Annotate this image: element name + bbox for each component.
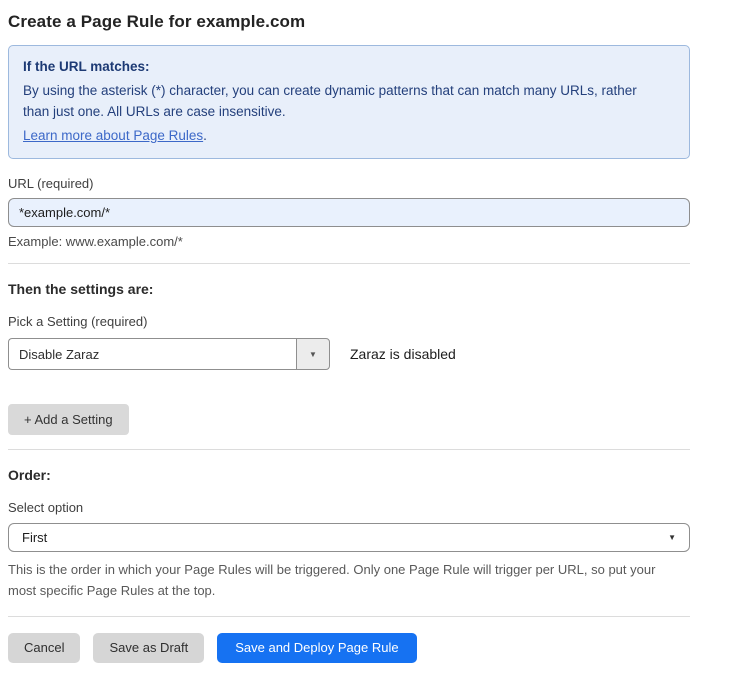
url-field-label: URL (required) xyxy=(8,176,690,191)
setting-picker-label: Pick a Setting (required) xyxy=(8,314,690,329)
setting-row: Disable Zaraz ▼ Zaraz is disabled xyxy=(8,338,690,370)
settings-section-heading: Then the settings are: xyxy=(8,281,690,297)
url-match-info-box: If the URL matches: By using the asteris… xyxy=(8,45,690,159)
divider-before-actions xyxy=(8,616,690,617)
link-period: . xyxy=(203,128,207,143)
url-example-helper: Example: www.example.com/* xyxy=(8,234,690,249)
setting-status-text: Zaraz is disabled xyxy=(350,346,456,362)
add-setting-button[interactable]: + Add a Setting xyxy=(8,404,129,435)
order-select-value: First xyxy=(22,530,47,545)
chevron-down-icon: ▼ xyxy=(309,350,317,359)
learn-more-link[interactable]: Learn more about Page Rules xyxy=(23,128,203,143)
divider-after-settings xyxy=(8,449,690,450)
page-rule-form: Create a Page Rule for example.com If th… xyxy=(0,0,694,689)
url-input[interactable] xyxy=(8,198,690,227)
page-title: Create a Page Rule for example.com xyxy=(8,12,690,32)
setting-dropdown[interactable]: Disable Zaraz ▼ xyxy=(8,338,330,370)
order-helper-text: This is the order in which your Page Rul… xyxy=(8,560,684,602)
info-box-heading: If the URL matches: xyxy=(23,56,675,78)
chevron-down-icon: ▼ xyxy=(668,533,676,542)
form-actions: Cancel Save as Draft Save and Deploy Pag… xyxy=(8,633,690,689)
divider-after-url xyxy=(8,263,690,264)
save-deploy-button[interactable]: Save and Deploy Page Rule xyxy=(217,633,416,663)
cancel-button[interactable]: Cancel xyxy=(8,633,80,663)
info-box-body: By using the asterisk (*) character, you… xyxy=(23,80,663,123)
info-link-line: Learn more about Page Rules. xyxy=(23,125,675,147)
setting-dropdown-button[interactable]: ▼ xyxy=(296,338,330,370)
setting-dropdown-value[interactable]: Disable Zaraz xyxy=(8,338,296,370)
save-draft-button[interactable]: Save as Draft xyxy=(93,633,204,663)
order-select[interactable]: First ▼ xyxy=(8,523,690,552)
order-select-label: Select option xyxy=(8,500,690,515)
order-section-heading: Order: xyxy=(8,467,690,483)
